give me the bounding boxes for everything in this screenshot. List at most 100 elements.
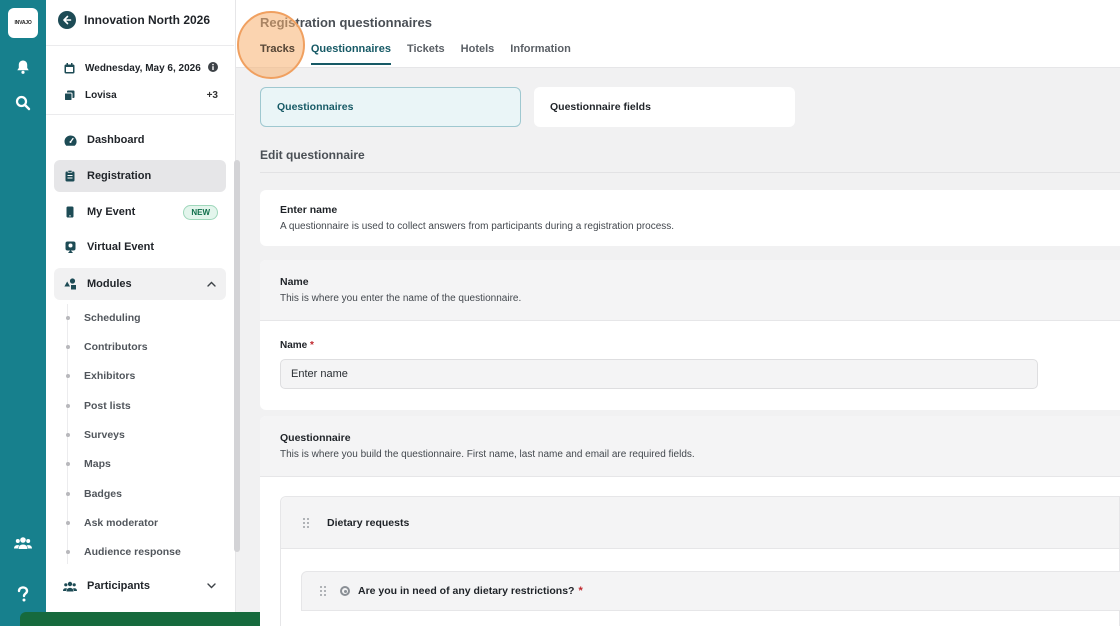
module-label: Contributors [84, 341, 148, 353]
sidebar-item-virtual-event[interactable]: Virtual Event [54, 231, 226, 263]
sidebar-item-my-event[interactable]: My Event NEW [54, 196, 226, 228]
question-item[interactable]: Are you in need of any dietary restricti… [301, 571, 1120, 611]
module-item-audience-response[interactable]: Audience response [66, 546, 181, 558]
app-logo[interactable]: INVAJO [8, 8, 38, 38]
bullet [66, 521, 70, 525]
virtual-badge-icon [63, 240, 77, 254]
gauge-icon [63, 133, 77, 147]
bullet [66, 492, 70, 496]
question-text: Are you in need of any dietary restricti… [358, 585, 575, 597]
participants-icon [63, 579, 77, 593]
owner-extra-count: +3 [206, 89, 218, 101]
event-header[interactable]: Innovation North 2026 [58, 11, 210, 29]
divider [46, 114, 234, 115]
bell-icon[interactable] [11, 55, 35, 79]
back-arrow-icon[interactable] [58, 11, 76, 29]
intro-title: Enter name [280, 204, 338, 216]
module-label: Post lists [84, 400, 131, 412]
question-group-title: Dietary requests [327, 516, 410, 529]
sidebar-item-label: Registration [87, 170, 152, 182]
tab-hotels[interactable]: Hotels [461, 41, 495, 65]
calendar-icon [62, 61, 76, 75]
module-label: Badges [84, 488, 122, 500]
bullet [66, 316, 70, 320]
tab-bar: Tracks Questionnaires Tickets Hotels Inf… [260, 41, 587, 65]
main-content: Registration questionnaires Tracks Quest… [236, 0, 1120, 626]
intro-card: Enter name A questionnaire is used to co… [260, 190, 1120, 246]
module-label: Exhibitors [84, 370, 136, 382]
bullet [66, 433, 70, 437]
new-badge: NEW [183, 204, 218, 220]
sidebar-item-label: Modules [87, 278, 132, 290]
chevron-down-icon[interactable] [206, 581, 216, 591]
sidebar-item-registration[interactable]: Registration [54, 160, 226, 192]
radio-type-icon [340, 586, 350, 596]
search-icon[interactable] [11, 91, 35, 115]
app-rail: INVAJO [0, 0, 46, 626]
sidebar-item-dashboard[interactable]: Dashboard [54, 124, 226, 156]
copy-icon [62, 88, 76, 102]
module-item-contributors[interactable]: Contributors [66, 341, 148, 353]
required-mark: * [578, 585, 583, 597]
subtab-questionnaires[interactable]: Questionnaires [260, 87, 521, 127]
section-title: Edit questionnaire [260, 148, 365, 162]
module-item-scheduling[interactable]: Scheduling [66, 312, 141, 324]
event-name: Innovation North 2026 [84, 13, 211, 27]
tab-questionnaires[interactable]: Questionnaires [310, 41, 392, 65]
module-item-post-lists[interactable]: Post lists [66, 400, 131, 412]
name-card-description: This is where you enter the name of the … [280, 293, 522, 304]
name-field-label: Name * [280, 340, 1100, 351]
name-card-header: Name This is where you enter the name of… [260, 260, 1120, 321]
bullet [66, 462, 70, 466]
clipboard-icon [63, 169, 77, 183]
module-item-surveys[interactable]: Surveys [66, 429, 125, 441]
divider [260, 172, 1120, 173]
page-header: Registration questionnaires Tracks Quest… [236, 0, 1120, 68]
module-label: Audience response [84, 546, 181, 558]
module-item-exhibitors[interactable]: Exhibitors [66, 370, 135, 382]
label-text: Name [280, 340, 308, 351]
chevron-up-icon[interactable] [206, 279, 216, 289]
drag-handle-icon[interactable] [318, 585, 328, 597]
name-input[interactable]: Enter name [280, 359, 1038, 389]
tab-information[interactable]: Information [510, 41, 571, 65]
sidebar-item-label: My Event [87, 206, 136, 218]
sidebar-item-modules[interactable]: Modules [54, 268, 226, 300]
divider [46, 45, 234, 46]
module-label: Ask moderator [84, 517, 159, 529]
required-mark: * [310, 340, 314, 351]
users-icon[interactable] [11, 531, 35, 555]
tab-tracks-label-overlay[interactable]: Tracks [260, 43, 295, 55]
bullet [66, 374, 70, 378]
name-card-title: Name [280, 276, 309, 288]
shapes-icon [63, 277, 77, 291]
phone-icon [63, 205, 77, 219]
event-owner[interactable]: Lovisa +3 [62, 88, 218, 102]
questionnaire-card-title: Questionnaire [280, 432, 351, 444]
tab-tickets[interactable]: Tickets [407, 41, 445, 65]
event-date: Wednesday, May 6, 2026 [62, 61, 218, 75]
sidebar-item-label: Dashboard [87, 134, 145, 146]
bullet [66, 404, 70, 408]
sidebar: Innovation North 2026 Wednesday, May 6, … [46, 0, 236, 626]
module-label: Scheduling [84, 312, 141, 324]
drag-handle-icon[interactable] [301, 517, 311, 529]
sidebar-item-label: Virtual Event [87, 241, 155, 253]
bullet [66, 345, 70, 349]
intro-description: A questionnaire is used to collect answe… [280, 221, 675, 232]
module-label: Maps [84, 458, 111, 470]
bullet [66, 550, 70, 554]
module-item-ask-moderator[interactable]: Ask moderator [66, 517, 158, 529]
question-group: Dietary requests Are you in need of any … [280, 496, 1120, 626]
questionnaire-card-description: This is where you build the questionnair… [280, 449, 695, 460]
sidebar-item-participants[interactable]: Participants [54, 570, 226, 602]
questionnaire-card-header: Questionnaire This is where you build th… [260, 416, 1120, 477]
subtab-questionnaire-fields[interactable]: Questionnaire fields [534, 87, 795, 127]
info-icon[interactable] [208, 61, 218, 75]
question-group-header[interactable]: Dietary requests [281, 497, 1119, 549]
owner-name: Lovisa [85, 89, 117, 101]
module-item-badges[interactable]: Badges [66, 488, 122, 500]
help-icon[interactable] [11, 582, 35, 606]
module-item-maps[interactable]: Maps [66, 458, 111, 470]
name-card: Name This is where you enter the name of… [260, 260, 1120, 410]
